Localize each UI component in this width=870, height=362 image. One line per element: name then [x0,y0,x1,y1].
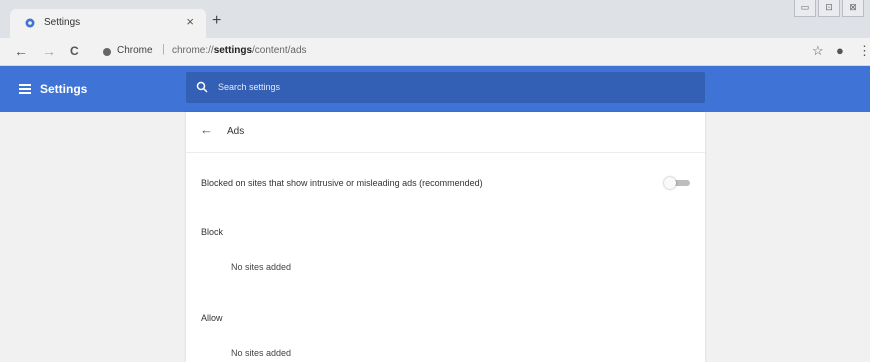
browser-toolbar: ← → C Chrome | chrome://settings/content… [0,38,870,66]
address-bar[interactable]: Chrome | chrome://settings/content/ads [93,42,793,62]
tab-settings[interactable]: Settings × [10,9,206,38]
menu-icon[interactable]: ⋮ [858,43,870,59]
hamburger-menu-icon[interactable] [19,84,31,94]
reload-button[interactable]: C [70,43,79,59]
url-text: chrome://settings/content/ads [172,45,307,56]
omnibox-separator: | [162,43,165,55]
maximize-button[interactable]: ⊡ [818,0,840,17]
ads-title: Ads [227,126,245,137]
allow-empty-note: No sites added [231,348,292,358]
divider [186,152,705,153]
gear-icon [25,18,35,28]
site-chip: Chrome [117,45,153,56]
browser-window: Settings × + ▭ ⊡ ⊠ ← → C Chrome | chrome… [0,0,870,362]
block-heading: Block [201,227,224,237]
profile-icon[interactable]: ● [836,43,844,59]
ads-toggle[interactable] [664,177,690,189]
settings-header: Settings Search settings [0,66,870,112]
search-placeholder: Search settings [218,82,281,92]
ads-blocking-label: Blocked on sites that show intrusive or … [201,178,483,188]
close-tab-icon[interactable]: × [186,15,194,29]
back-arrow-icon[interactable]: ← [200,123,213,137]
search-input[interactable]: Search settings [186,72,705,103]
search-icon [196,81,208,93]
forward-button[interactable]: → [42,43,56,59]
chrome-icon [103,48,111,56]
allow-heading: Allow [201,313,223,323]
close-window-button[interactable]: ⊠ [842,0,864,17]
tab-strip: Settings × + ▭ ⊡ ⊠ [0,0,870,38]
back-button[interactable]: ← [14,43,28,59]
window-controls: ▭ ⊡ ⊠ [794,0,864,17]
block-empty-note: No sites added [231,262,292,272]
new-tab-button[interactable]: + [212,13,221,29]
minimize-button[interactable]: ▭ [794,0,816,17]
bookmark-star-icon[interactable]: ☆ [812,43,824,59]
tab-title: Settings [44,17,81,28]
settings-card: ← Ads Blocked on sites that show intrusi… [186,112,705,362]
page-title: Settings [40,82,88,96]
